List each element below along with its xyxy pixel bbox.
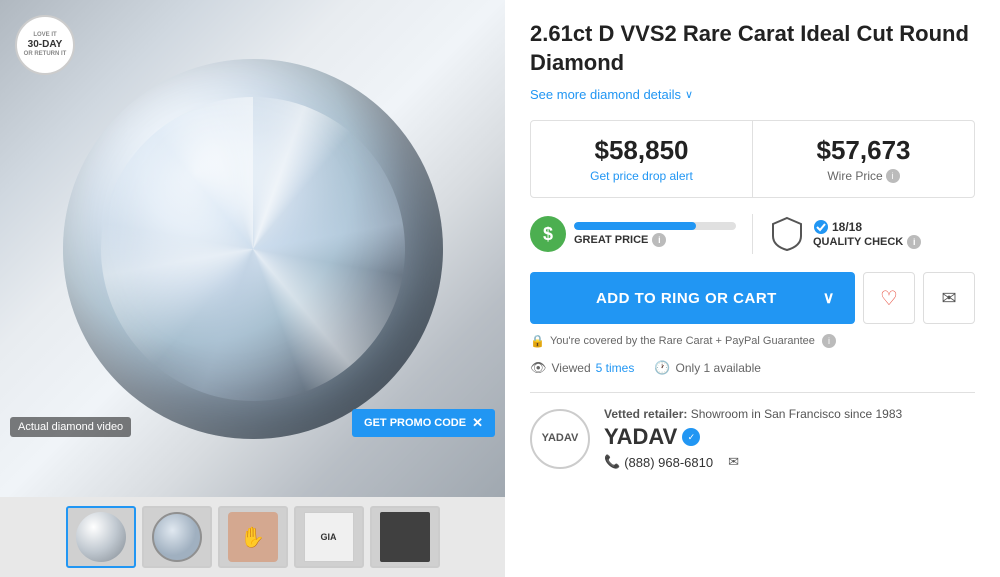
- viewed-count-link[interactable]: 5 times: [596, 361, 635, 375]
- thumbnail-5[interactable]: [370, 506, 440, 568]
- badge-divider: [752, 214, 753, 254]
- quality-info-icon[interactable]: i: [907, 235, 921, 249]
- promo-code-button[interactable]: GET PROMO CODE ✕: [352, 409, 495, 437]
- quality-check-label: QUALITY CHECK i: [813, 235, 921, 249]
- available-label: Only 1 available: [676, 361, 761, 375]
- great-price-badge: $ GREAT PRICE i: [530, 216, 736, 252]
- quality-score-value: 18/18: [832, 220, 862, 234]
- wishlist-button[interactable]: ♡: [863, 272, 915, 324]
- vetted-label: Vetted retailer:: [604, 407, 687, 421]
- lock-icon: 🔒: [530, 334, 545, 348]
- see-more-label: See more diamond details: [530, 87, 681, 102]
- great-price-label: GREAT PRICE i: [574, 233, 736, 247]
- wire-price-info-icon[interactable]: i: [886, 169, 900, 183]
- retailer-section: YADAV Vetted retailer: Showroom in San F…: [530, 392, 975, 484]
- availability-item: 🕐 Only 1 available: [654, 360, 761, 376]
- thumb-gia-img: GIA: [304, 512, 354, 562]
- actual-video-label: Actual diamond video: [10, 417, 131, 437]
- retailer-info: Vetted retailer: Showroom in San Francis…: [604, 407, 975, 470]
- product-image-panel: LOVE IT 30-DAY OR RETURN IT Actual diamo…: [0, 0, 505, 577]
- guarantee-info-icon[interactable]: i: [822, 334, 836, 348]
- thumbnail-4[interactable]: GIA: [294, 506, 364, 568]
- retailer-email-link[interactable]: ✉: [728, 454, 739, 470]
- diamond-image-container: LOVE IT 30-DAY OR RETURN IT Actual diamo…: [0, 0, 505, 497]
- vetted-checkmark-icon: ✓: [682, 428, 700, 446]
- quality-info: 18/18 QUALITY CHECK i: [813, 219, 921, 249]
- diamond-visual: [63, 59, 443, 439]
- price-bar-container: GREAT PRICE i: [574, 222, 736, 247]
- retailer-contact: 📞 (888) 968-6810 ✉: [604, 454, 975, 470]
- price-section: $58,850 Get price drop alert $57,673 Wir…: [530, 120, 975, 198]
- cart-dropdown-icon: ∨: [823, 288, 835, 308]
- eye-icon: 👁: [530, 360, 547, 376]
- thumbnail-3[interactable]: ✋: [218, 506, 288, 568]
- guarantee-label: You're covered by the Rare Carat + PayPa…: [550, 334, 836, 348]
- retailer-name-row: YADAV ✓: [604, 424, 975, 450]
- badge-days-text: 30-DAY: [28, 39, 63, 51]
- quality-check-badge: 18/18 QUALITY CHECK i: [769, 216, 975, 252]
- thumb-hand-img: ✋: [228, 512, 278, 562]
- 30-day-returns-badge: LOVE IT 30-DAY OR RETURN IT: [15, 15, 75, 75]
- see-more-details-link[interactable]: See more diamond details ∨: [530, 87, 975, 102]
- quality-badges-row: $ GREAT PRICE i: [530, 214, 975, 254]
- clock-icon: 🕐: [654, 360, 670, 376]
- phone-icon: 📞: [604, 454, 620, 470]
- add-to-cart-button[interactable]: ADD TO RING OR CART ∨: [530, 272, 855, 324]
- price-bar-track: [574, 222, 736, 230]
- thumb-pattern-img: [152, 512, 202, 562]
- great-price-info-icon[interactable]: i: [652, 233, 666, 247]
- thumb-box-img: [380, 512, 430, 562]
- checkmark-icon: [813, 219, 829, 235]
- main-price: $58,850: [547, 135, 736, 166]
- retailer-logo: YADAV: [530, 409, 590, 469]
- wire-price-label: Wire Price i: [769, 169, 958, 183]
- badge-returns-text: OR RETURN IT: [24, 51, 67, 58]
- add-to-cart-row: ADD TO RING OR CART ∨ ♡ ✉: [530, 272, 975, 324]
- promo-close-icon: ✕: [472, 415, 483, 431]
- add-to-cart-label: ADD TO RING OR CART: [550, 290, 823, 307]
- main-price-box: $58,850 Get price drop alert: [531, 121, 753, 197]
- shield-icon: [769, 216, 805, 252]
- price-bar-fill: [574, 222, 696, 230]
- wire-price-box: $57,673 Wire Price i: [753, 121, 974, 197]
- price-drop-link[interactable]: Get price drop alert: [547, 169, 736, 183]
- vetted-desc: Showroom in San Francisco since 1983: [691, 407, 902, 421]
- thumbnail-2[interactable]: [142, 506, 212, 568]
- thumbnail-strip: ✋ GIA: [0, 497, 505, 577]
- retailer-phone: (888) 968-6810: [624, 455, 713, 470]
- thumbnail-1[interactable]: [66, 506, 136, 568]
- thumb-circle-img: [76, 512, 126, 562]
- promo-code-label: GET PROMO CODE: [364, 417, 466, 429]
- heart-icon: ♡: [880, 286, 898, 311]
- product-details-panel: 2.61ct D VVS2 Rare Carat Ideal Cut Round…: [505, 0, 1000, 577]
- email-button[interactable]: ✉: [923, 272, 975, 324]
- guarantee-row: 🔒 You're covered by the Rare Carat + Pay…: [530, 334, 975, 348]
- dollar-icon: $: [530, 216, 566, 252]
- viewed-item: 👁 Viewed 5 times: [530, 360, 634, 376]
- chevron-down-icon: ∨: [685, 88, 693, 101]
- retailer-name: YADAV: [604, 424, 677, 450]
- retailer-phone-link[interactable]: 📞 (888) 968-6810: [604, 454, 713, 470]
- vetted-text: Vetted retailer: Showroom in San Francis…: [604, 407, 975, 421]
- product-title: 2.61ct D VVS2 Rare Carat Ideal Cut Round…: [530, 20, 975, 77]
- email-icon: ✉: [941, 288, 956, 309]
- quality-score-row: 18/18: [813, 219, 921, 235]
- views-availability-row: 👁 Viewed 5 times 🕐 Only 1 available: [530, 360, 975, 376]
- wire-price: $57,673: [769, 135, 958, 166]
- badge-love-text: LOVE IT: [33, 32, 56, 39]
- viewed-label: Viewed: [552, 361, 591, 375]
